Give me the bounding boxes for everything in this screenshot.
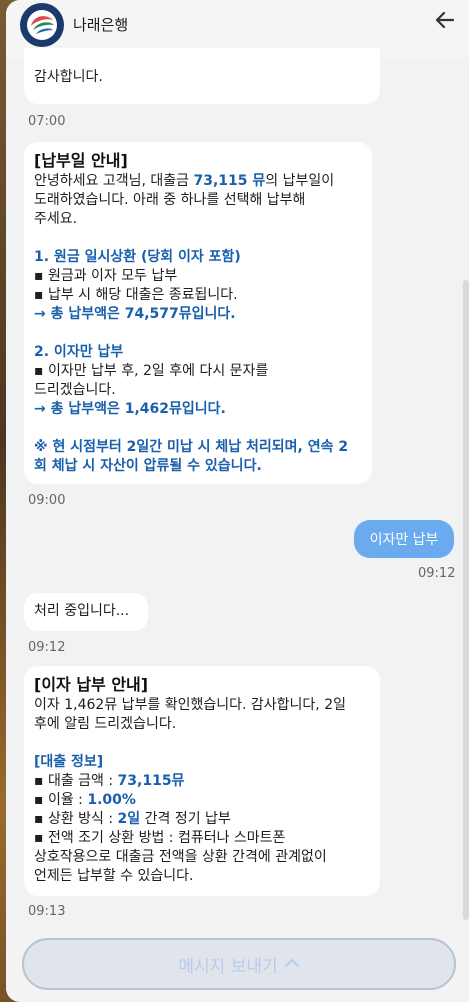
chevron-up-icon bbox=[284, 954, 300, 974]
my-message-bubble: 이자만 납부 bbox=[354, 520, 454, 558]
option-line: ▪ 이자만 납부 후, 2일 후에 다시 문자를 bbox=[34, 363, 269, 379]
message-time: 07:00 bbox=[28, 114, 66, 129]
background-frame: 나래은행 감사합니다. 07:00 [납부일 안내] 안녕하세요 고객님, 대출… bbox=[0, 0, 469, 1002]
message-line: 주세요. bbox=[34, 211, 78, 227]
arrow-left-icon[interactable] bbox=[431, 6, 459, 34]
bank-name: 나래은행 bbox=[73, 16, 129, 34]
message-bubble-processing: 처리 중입니다... bbox=[24, 593, 148, 631]
info-line: 언제든 납부할 수 있습니다. bbox=[34, 868, 194, 884]
message-line: 후에 알림 드리겠습니다. bbox=[34, 716, 177, 732]
message-title: [납부일 안내] bbox=[34, 151, 128, 170]
option-line: 드리겠습니다. bbox=[34, 382, 116, 398]
chat-screen: 나래은행 감사합니다. 07:00 [납부일 안내] 안녕하세요 고객님, 대출… bbox=[6, 0, 469, 1002]
option-title: 2. 이자만 납부 bbox=[34, 344, 124, 360]
warning-line: ※ 현 시점부터 2일간 미납 시 체납 처리되며, 연속 2 bbox=[34, 439, 349, 455]
bank-logo-icon[interactable] bbox=[20, 3, 64, 47]
message-text: 감사합니다. bbox=[34, 69, 103, 85]
option-total: → 총 납부액은 74,577뮤입니다. bbox=[34, 306, 236, 322]
send-message-button[interactable]: 메시지 보내기 bbox=[22, 938, 456, 990]
message-bubble-thanks: 감사합니다. bbox=[24, 48, 380, 104]
message-time: 09:00 bbox=[28, 493, 66, 508]
option-line: ▪ 납부 시 해당 대출은 종료됩니다. bbox=[34, 287, 238, 303]
message-time: 09:13 bbox=[28, 904, 66, 919]
send-label: 메시지 보내기 bbox=[178, 956, 278, 977]
message-time: 09:12 bbox=[28, 640, 66, 655]
chat-footer: 메시지 보내기 bbox=[6, 920, 469, 1002]
info-line-amount: ▪ 대출 금액 : 73,115뮤 bbox=[34, 773, 185, 789]
option-line: ▪ 원금과 이자 모두 납부 bbox=[34, 268, 178, 284]
info-line: 상호작용으로 대출금 전액을 상환 간격에 관계없이 bbox=[34, 849, 327, 865]
message-bubble-due-notice: [납부일 안내] 안녕하세요 고객님, 대출금 73,115 뮤의 납부일이 도… bbox=[24, 142, 372, 484]
chat-area[interactable]: 감사합니다. 07:00 [납부일 안내] 안녕하세요 고객님, 대출금 73,… bbox=[6, 48, 469, 920]
info-line-method: ▪ 상환 방식 : 2일 간격 정기 납부 bbox=[34, 811, 231, 827]
option-title: 1. 원금 일시상환 (당회 이자 포함) bbox=[34, 249, 241, 265]
info-line-rate: ▪ 이율 : 1.00% bbox=[34, 792, 136, 808]
info-line-early: ▪ 전액 조기 상환 방법 : 컴퓨터나 스마트폰 bbox=[34, 830, 286, 846]
message-text: 이자만 납부 bbox=[369, 532, 439, 548]
warning-line: 회 체납 시 자산이 압류될 수 있습니다. bbox=[34, 458, 262, 474]
message-line: 안녕하세요 고객님, 대출금 73,115 뮤의 납부일이 bbox=[34, 173, 335, 189]
message-title: [이자 납부 안내] bbox=[34, 675, 149, 694]
message-bubble-interest-notice: [이자 납부 안내] 이자 1,462뮤 납부를 확인했습니다. 감사합니다, … bbox=[24, 666, 380, 896]
scrollbar[interactable] bbox=[463, 280, 469, 920]
option-total: → 총 납부액은 1,462뮤입니다. bbox=[34, 401, 226, 417]
info-title: [대출 정보] bbox=[34, 754, 104, 770]
message-line: 이자 1,462뮤 납부를 확인했습니다. 감사합니다, 2일 bbox=[34, 697, 346, 713]
message-time: 09:12 bbox=[418, 566, 456, 581]
message-text: 처리 중입니다... bbox=[34, 603, 130, 619]
message-line: 도래하였습니다. 아래 중 하나를 선택해 납부해 bbox=[34, 192, 306, 208]
